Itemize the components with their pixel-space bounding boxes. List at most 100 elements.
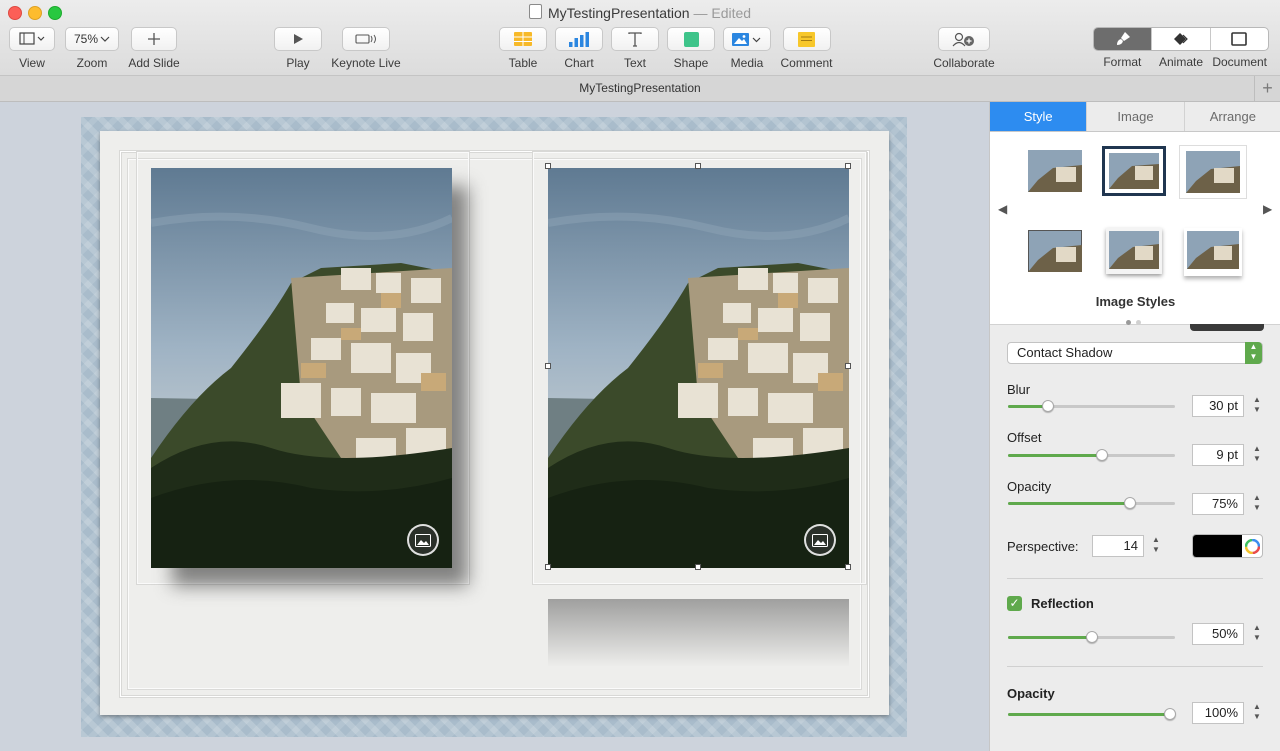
style-thumbnail <box>1028 230 1082 272</box>
resize-handle-bottom-left[interactable] <box>545 564 551 570</box>
add-slide-tool[interactable]: Add Slide <box>128 27 180 70</box>
play-tool[interactable]: Play <box>274 27 322 70</box>
select-stepper-icon: ▲ ▼ <box>1245 342 1262 364</box>
inspector-mode-segmented-control <box>1093 27 1269 51</box>
shadow-color-well[interactable] <box>1192 534 1263 558</box>
image-styles-gallery: ◀ ▶ Image Styles <box>990 132 1280 325</box>
image-style-shadow[interactable] <box>1106 228 1162 274</box>
image-style-plain[interactable] <box>1028 150 1082 192</box>
shadow-opacity-field[interactable]: 75% <box>1192 493 1244 515</box>
resize-handle-right[interactable] <box>845 363 851 369</box>
slide-canvas[interactable] <box>0 102 989 751</box>
image-style-thin-border[interactable] <box>1028 230 1082 272</box>
zoom-tool[interactable]: 75% Zoom <box>65 27 119 70</box>
right-photo-selected[interactable] <box>548 168 849 568</box>
table-label: Table <box>508 56 538 70</box>
image-icon <box>812 533 828 547</box>
comment-button[interactable] <box>782 27 831 51</box>
keynote-live-tool[interactable]: Keynote Live <box>330 27 402 70</box>
table-button[interactable] <box>499 27 547 51</box>
shadow-opacity-stepper[interactable]: ▲ ▼ <box>1252 493 1262 515</box>
image-opacity-slider[interactable] <box>1008 708 1176 720</box>
new-tab-button[interactable]: + <box>1254 76 1280 101</box>
document-button[interactable] <box>1211 28 1268 50</box>
collaborate-icon <box>952 32 974 46</box>
zoom-button[interactable]: 75% <box>65 27 119 51</box>
shadow-color-swatch[interactable] <box>1193 535 1242 557</box>
image-style-curled[interactable] <box>1184 228 1242 276</box>
media-tool[interactable]: Media <box>723 27 771 70</box>
resize-handle-bottom-right[interactable] <box>845 564 851 570</box>
collaborate-tool[interactable]: Collaborate <box>931 27 997 70</box>
tab-style[interactable]: Style <box>990 102 1088 131</box>
shadow-opacity-slider[interactable] <box>1008 497 1175 509</box>
reflection-field[interactable]: 50% <box>1192 623 1244 645</box>
table-tool[interactable]: Table <box>499 27 547 70</box>
blur-stepper[interactable]: ▲ ▼ <box>1252 395 1262 417</box>
slider-knob[interactable] <box>1164 708 1176 720</box>
resize-handle-top[interactable] <box>695 163 701 169</box>
previous-styles-arrow-icon[interactable]: ◀ <box>998 202 1007 216</box>
page-dot-active[interactable] <box>1126 320 1131 325</box>
slider-fill <box>1008 636 1092 639</box>
resize-handle-top-right[interactable] <box>845 163 851 169</box>
collaborate-button[interactable] <box>938 27 990 51</box>
reflection-slider[interactable] <box>1008 631 1175 643</box>
format-label: Format <box>1103 55 1142 69</box>
shadow-type-select[interactable]: Contact Shadow ▲ ▼ <box>1007 342 1263 364</box>
reflection-stepper[interactable]: ▲ ▼ <box>1252 623 1262 645</box>
style-thumbnail <box>1028 150 1082 192</box>
chart-tool[interactable]: Chart <box>555 27 603 70</box>
slider-knob[interactable] <box>1124 497 1136 509</box>
slider-knob[interactable] <box>1086 631 1098 643</box>
chart-button[interactable] <box>555 27 603 51</box>
view-tool[interactable]: View <box>9 27 55 70</box>
resize-handle-top-left[interactable] <box>545 163 551 169</box>
blur-slider[interactable] <box>1008 400 1175 412</box>
document-name: MyTestingPresentation <box>547 5 690 21</box>
add-slide-button[interactable] <box>131 27 177 51</box>
format-button[interactable] <box>1094 28 1153 50</box>
offset-stepper[interactable]: ▲ ▼ <box>1252 444 1262 466</box>
image-opacity-stepper[interactable]: ▲ ▼ <box>1252 702 1262 724</box>
media-placeholder-icon[interactable] <box>804 524 836 556</box>
image-opacity-field[interactable]: 100% <box>1192 702 1244 724</box>
perspective-field[interactable]: 14 <box>1092 535 1144 557</box>
color-wheel-button[interactable] <box>1242 535 1262 557</box>
reflection-checkbox[interactable]: ✓ <box>1007 596 1022 611</box>
animate-button[interactable] <box>1152 28 1211 50</box>
left-photo[interactable] <box>151 168 452 568</box>
blur-field[interactable]: 30 pt <box>1192 395 1244 417</box>
offset-slider[interactable] <box>1008 449 1175 461</box>
chevron-down-icon <box>100 36 110 42</box>
shape-button[interactable] <box>667 27 715 51</box>
perspective-stepper[interactable]: ▲ ▼ <box>1151 535 1161 557</box>
media-icon <box>732 32 761 46</box>
tab-image[interactable]: Image <box>1087 102 1185 131</box>
document-tab[interactable]: MyTestingPresentation <box>0 81 1280 95</box>
resize-handle-left[interactable] <box>545 363 551 369</box>
play-button[interactable] <box>274 27 322 51</box>
page-dot[interactable] <box>1136 320 1141 325</box>
next-styles-arrow-icon[interactable]: ▶ <box>1263 202 1272 216</box>
image-style-white-border[interactable] <box>1180 146 1246 198</box>
keynote-live-button[interactable] <box>342 27 390 51</box>
text-tool[interactable]: Text <box>611 27 659 70</box>
play-icon <box>294 34 303 44</box>
text-button[interactable] <box>611 27 659 51</box>
resize-handle-bottom[interactable] <box>695 564 701 570</box>
image-style-dark-border-selected[interactable] <box>1102 146 1166 196</box>
slider-knob[interactable] <box>1042 400 1054 412</box>
media-placeholder-icon[interactable] <box>407 524 439 556</box>
comment-tool[interactable]: Comment <box>779 27 834 70</box>
shadow-preview-strip <box>1190 324 1264 331</box>
view-button[interactable] <box>9 27 55 51</box>
shape-tool[interactable]: Shape <box>667 27 715 70</box>
offset-field[interactable]: 9 pt <box>1192 444 1244 466</box>
edited-status: — Edited <box>693 5 752 21</box>
tab-arrange[interactable]: Arrange <box>1185 102 1280 131</box>
slider-knob[interactable] <box>1096 449 1108 461</box>
inspector-tabs: Style Image Arrange <box>990 102 1280 132</box>
media-button[interactable] <box>723 27 771 51</box>
section-divider <box>1007 666 1263 667</box>
